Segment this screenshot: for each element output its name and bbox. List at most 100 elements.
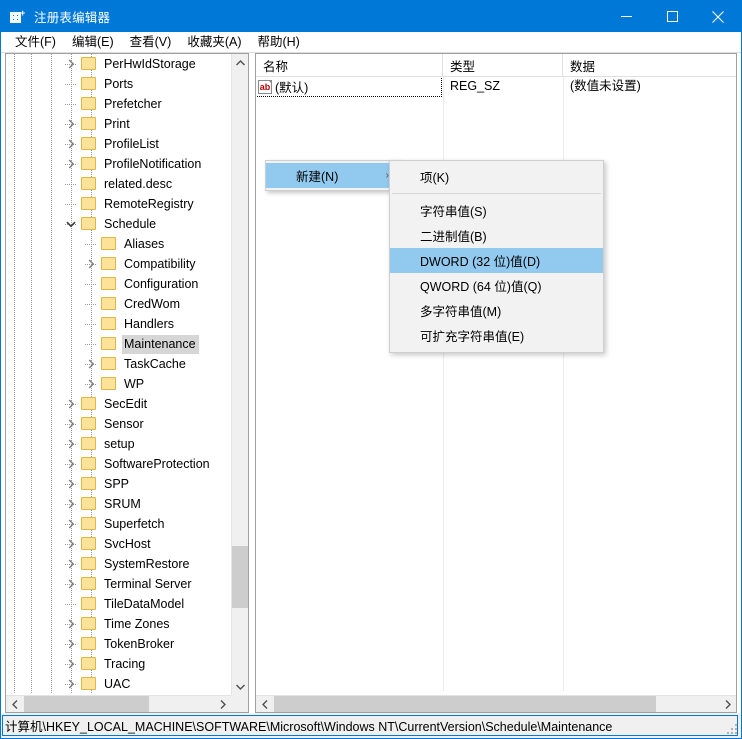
minimize-button[interactable] [603,1,649,32]
tree-horizontal-scroll-thumb[interactable] [24,696,149,712]
tree-scroll-left-icon[interactable] [6,696,23,712]
chevron-right-icon[interactable] [63,634,79,654]
chevron-right-icon[interactable] [63,654,79,674]
tree-item-related-desc[interactable]: related.desc [6,174,232,194]
tree-item-aliases[interactable]: Aliases [6,234,232,254]
column-header-type[interactable]: 类型 [443,54,563,76]
column-header-data[interactable]: 数据 [563,54,736,76]
submenu-item-expandstring[interactable]: 可扩充字符串值(E) [390,323,603,348]
list-scroll-left-icon[interactable] [256,696,273,712]
chevron-right-icon[interactable] [63,474,79,494]
tree-item-configuration[interactable]: Configuration [6,274,232,294]
tree-item-profilenotification[interactable]: ProfileNotification [6,154,232,174]
tree-item-superfetch[interactable]: Superfetch [6,514,232,534]
menu-view[interactable]: 查看(V) [122,32,180,52]
values-list-pane[interactable]: 名称 类型 数据 ab (默认) REG_SZ (数值未设置) [255,53,737,713]
chevron-right-icon[interactable] [63,114,79,134]
chevron-right-icon[interactable] [63,54,79,74]
tree-scroll-right-icon[interactable] [214,696,231,712]
tree-item-maintenance[interactable]: Maintenance [6,334,232,354]
chevron-right-icon[interactable] [83,254,99,274]
chevron-right-icon[interactable] [63,674,79,693]
tree-item-prefetcher[interactable]: Prefetcher [6,94,232,114]
tree-connector [83,294,99,314]
tree-item-profilelist[interactable]: ProfileList [6,134,232,154]
chevron-right-icon[interactable] [63,554,79,574]
list-scroll-right-icon[interactable] [719,696,736,712]
menu-edit[interactable]: 编辑(E) [64,32,122,52]
chevron-down-icon[interactable] [63,214,79,234]
chevron-right-icon[interactable] [63,434,79,454]
chevron-right-icon[interactable] [63,574,79,594]
registry-tree[interactable]: PerHwIdStorage Ports Prefetcher Print Profil… [6,54,232,693]
tree-horizontal-scrollbar[interactable] [6,695,231,712]
chevron-right-icon[interactable] [83,354,99,374]
tree-item-compatibility[interactable]: Compatibility [6,254,232,274]
tree-item-sensor[interactable]: Sensor [6,414,232,434]
tree-item-taskcache[interactable]: TaskCache [6,354,232,374]
tree-item-time-zones[interactable]: Time Zones [6,614,232,634]
tree-item-uac[interactable]: UAC [6,674,232,693]
folder-icon [79,414,99,434]
tree-item-credwom[interactable]: CredWom [6,294,232,314]
tree-item-print[interactable]: Print [6,114,232,134]
tree-item-perhwidstorage[interactable]: PerHwIdStorage [6,54,232,74]
tree-item-schedule[interactable]: Schedule [6,214,232,234]
tree-item-srum[interactable]: SRUM [6,494,232,514]
chevron-right-icon[interactable] [83,374,99,394]
context-menu-item-new[interactable]: 新建(N) › [266,163,398,188]
tree-item-softwareprotection[interactable]: SoftwareProtection [6,454,232,474]
menu-favorites[interactable]: 收藏夹(A) [179,32,249,52]
tree-item-terminal-server[interactable]: Terminal Server [6,574,232,594]
title-bar[interactable]: + 注册表编辑器 [1,1,741,32]
registry-tree-pane[interactable]: PerHwIdStorage Ports Prefetcher Print Profil… [5,53,249,713]
submenu-item-dword[interactable]: DWORD (32 位)值(D) [390,248,603,273]
tree-item-systemrestore[interactable]: SystemRestore [6,554,232,574]
chevron-right-icon[interactable] [63,454,79,474]
chevron-right-icon[interactable] [63,534,79,554]
tree-item-tokenbroker[interactable]: TokenBroker [6,634,232,654]
submenu-item-string[interactable]: 字符串值(S) [390,198,603,223]
list-horizontal-scrollbar[interactable] [256,695,736,712]
submenu-item-qword[interactable]: QWORD (64 位)值(Q) [390,273,603,298]
maximize-button[interactable] [649,1,695,32]
tree-vertical-scrollbar[interactable] [231,54,248,695]
submenu-item-binary[interactable]: 二进制值(B) [390,223,603,248]
resize-grip-icon[interactable] [727,724,738,735]
tree-item-tiledatamodel[interactable]: TileDataModel [6,594,232,614]
tree-scroll-up-icon[interactable] [232,54,248,71]
menu-file[interactable]: 文件(F) [7,32,64,52]
chevron-right-icon[interactable] [63,414,79,434]
chevron-right-icon[interactable] [63,514,79,534]
submenu-item-multistring[interactable]: 多字符串值(M) [390,298,603,323]
chevron-right-icon[interactable] [63,154,79,174]
tree-item-remoteregistry[interactable]: RemoteRegistry [6,194,232,214]
chevron-right-icon[interactable] [63,394,79,414]
tree-scroll-down-icon[interactable] [232,678,248,695]
tree-item-svchost[interactable]: SvcHost [6,534,232,554]
tree-item-label: Superfetch [104,516,165,531]
tree-item-secedit[interactable]: SecEdit [6,394,232,414]
chevron-right-icon[interactable] [63,494,79,514]
tree-item-label: Aliases [124,236,165,251]
context-menu[interactable]: 新建(N) › [265,160,399,191]
list-horizontal-scroll-thumb[interactable] [274,696,656,712]
submenu-item-key[interactable]: 项(K) [390,164,603,189]
tree-item-ports[interactable]: Ports [6,74,232,94]
value-name-cell[interactable]: ab (默认) [256,77,442,97]
tree-item-handlers[interactable]: Handlers [6,314,232,334]
chevron-right-icon[interactable] [63,614,79,634]
values-list-header: 名称 类型 数据 [256,54,736,77]
tree-item-setup[interactable]: setup [6,434,232,454]
close-button[interactable] [695,1,741,32]
chevron-right-icon[interactable] [63,134,79,154]
table-row[interactable]: ab (默认) REG_SZ (数值未设置) [256,77,736,97]
tree-item-spp[interactable]: SPP [6,474,232,494]
tree-item-wp[interactable]: WP [6,374,232,394]
menu-help[interactable]: 帮助(H) [249,32,307,52]
tree-item-tracing[interactable]: Tracing [6,654,232,674]
tree-item-label: TaskCache [124,356,186,371]
tree-vertical-scroll-thumb[interactable] [232,546,248,608]
column-header-name[interactable]: 名称 [256,54,443,76]
context-submenu-new[interactable]: 项(K) 字符串值(S) 二进制值(B) DWORD (32 位)值(D) QW… [389,160,604,353]
